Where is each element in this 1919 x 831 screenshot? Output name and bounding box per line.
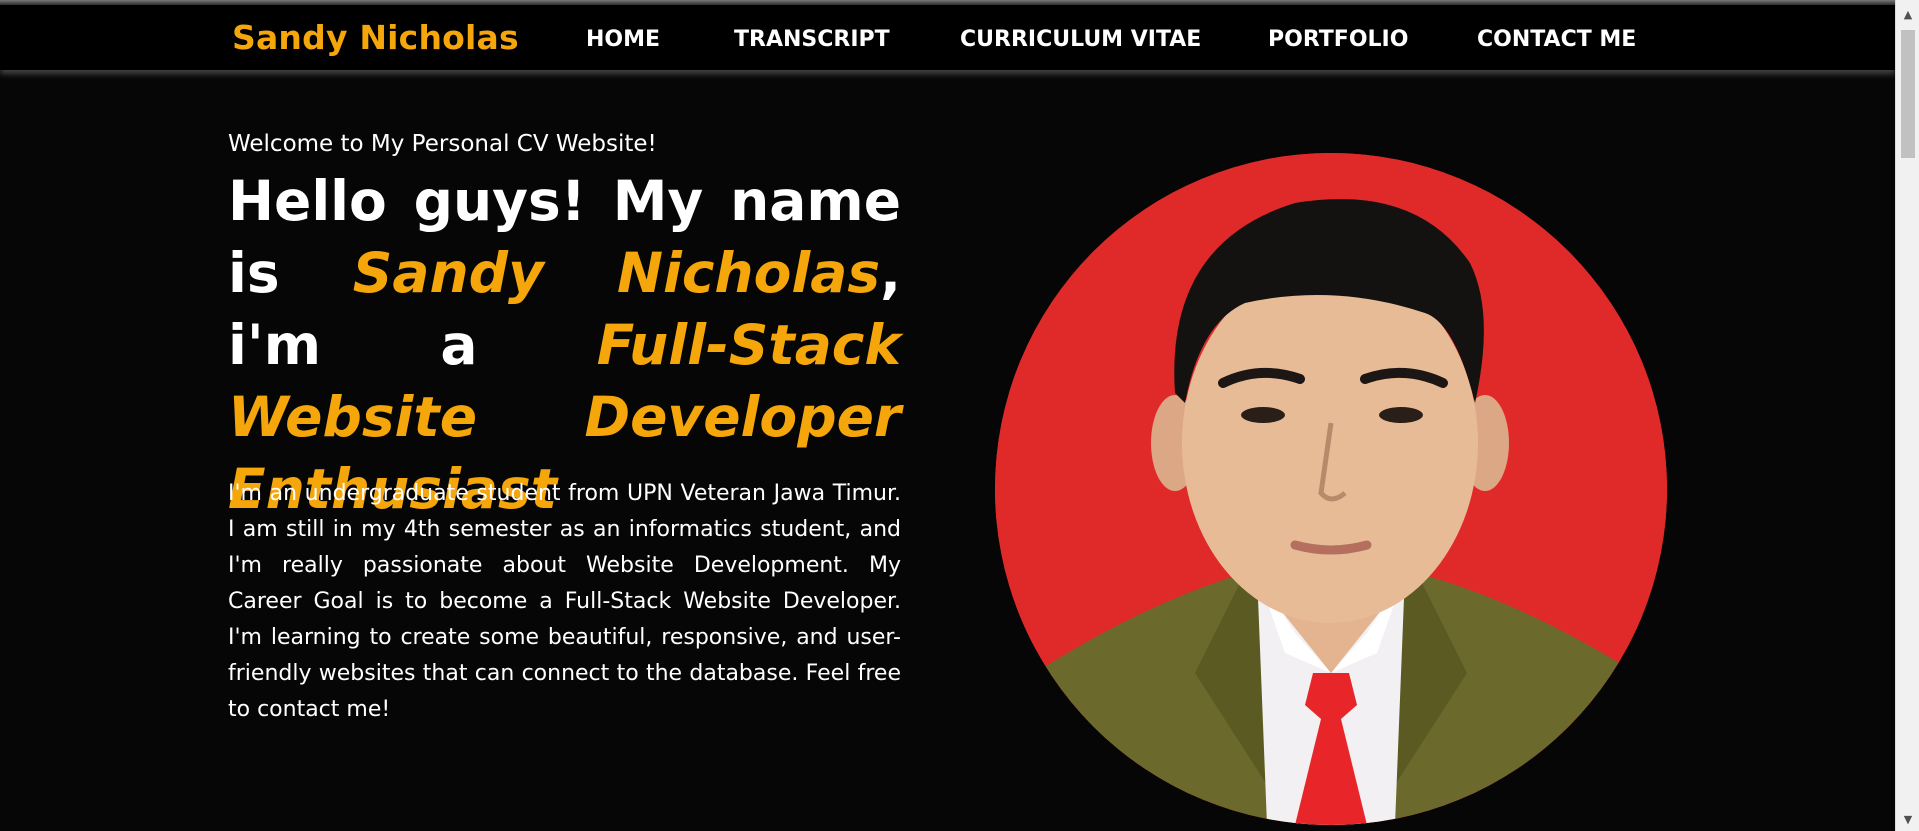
profile-photo-illustration <box>995 153 1667 825</box>
welcome-text: Welcome to My Personal CV Website! <box>228 131 657 157</box>
headline-name: Sandy Nicholas <box>352 241 881 305</box>
scroll-down-arrow-icon[interactable]: ▼ <box>1896 809 1919 831</box>
vertical-scrollbar[interactable]: ▲ ▼ <box>1895 0 1919 831</box>
hero-description: I'm an undergraduate student from UPN Ve… <box>228 481 901 722</box>
nav-link-transcript[interactable]: TRANSCRIPT <box>734 27 890 52</box>
scroll-up-arrow-icon[interactable]: ▲ <box>1896 4 1919 26</box>
nav-link-curriculum-vitae[interactable]: CURRICULUM VITAE <box>960 27 1201 52</box>
profile-photo <box>995 153 1667 825</box>
hero-headline: Hello guys! My name is Sandy Nicholas, i… <box>228 165 901 525</box>
nav-link-contact-me[interactable]: CONTACT ME <box>1477 27 1636 52</box>
page: Sandy Nicholas HOME TRANSCRIPT CURRICULU… <box>0 0 1919 831</box>
scrollbar-thumb[interactable] <box>1901 30 1915 158</box>
nav-link-home[interactable]: HOME <box>586 27 660 52</box>
nav-link-portfolio[interactable]: PORTFOLIO <box>1268 27 1408 52</box>
navbar: Sandy Nicholas HOME TRANSCRIPT CURRICULU… <box>0 5 1895 70</box>
brand-logo-link[interactable]: Sandy Nicholas <box>232 18 519 57</box>
